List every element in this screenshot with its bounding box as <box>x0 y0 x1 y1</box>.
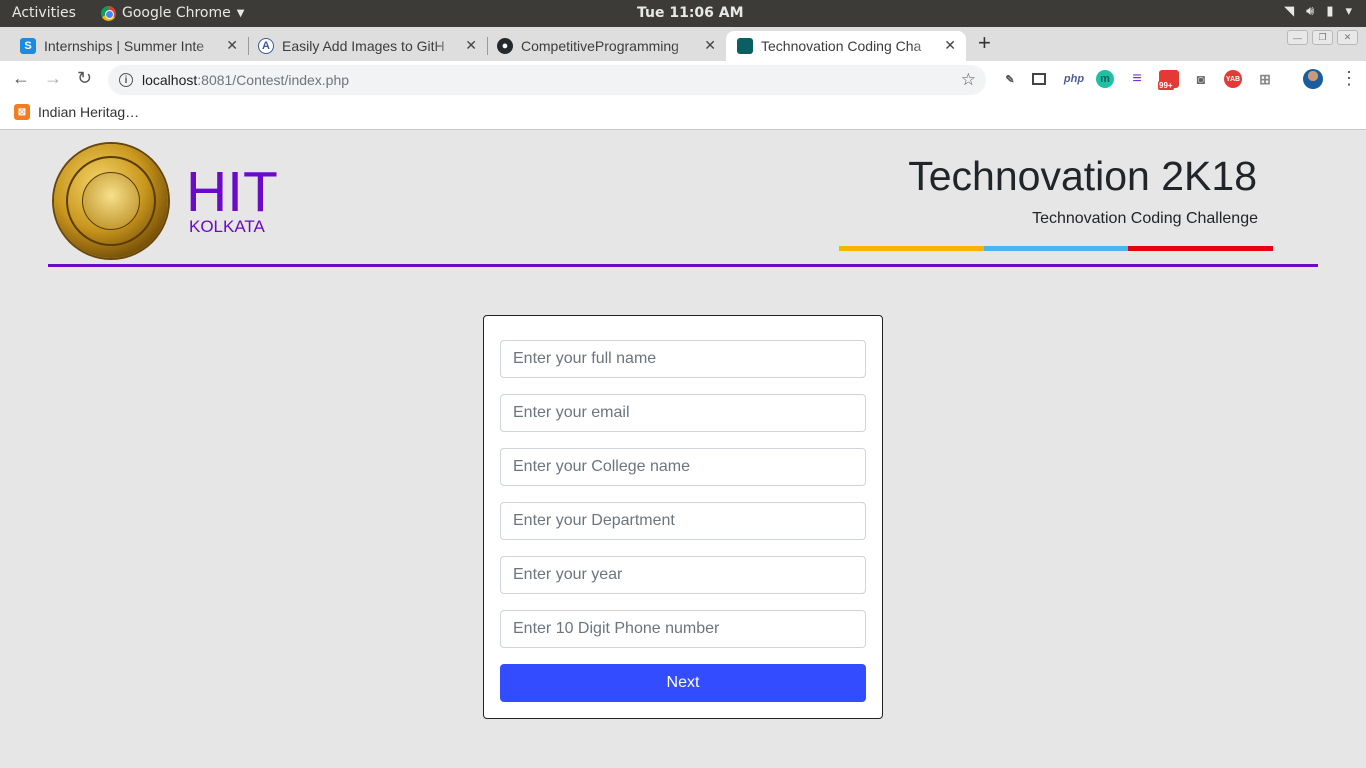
clock[interactable]: Tue 11:06 AM <box>637 5 744 21</box>
battery-icon: ▮ <box>1326 4 1334 19</box>
more-menu-icon[interactable]: ⋮ <box>1340 68 1358 89</box>
badge-count: 99+ <box>1158 81 1174 90</box>
info-icon[interactable]: i <box>119 73 133 87</box>
eyedropper-icon[interactable]: ✎ <box>1001 70 1019 88</box>
system-tray[interactable]: ◥ 🔊︎ ▮ ▾ <box>1284 4 1352 19</box>
menu-lines-icon[interactable]: ≡ <box>1128 70 1146 88</box>
url-host: localhost <box>142 72 198 88</box>
reload-button[interactable]: ↻ <box>77 68 92 89</box>
stripe-red <box>1128 246 1273 251</box>
email-field[interactable] <box>500 394 866 432</box>
bookmark-label: Indian Heritag… <box>38 104 140 120</box>
internshala-icon: S <box>20 38 36 54</box>
m-icon[interactable]: m <box>1096 70 1114 88</box>
tab-title: Internships | Summer Inte <box>44 38 205 54</box>
event-title: Technovation 2K18 <box>908 153 1257 199</box>
tab-internships[interactable]: S Internships | Summer Inte ✕ <box>0 31 248 61</box>
badge-icon[interactable]: 99+ <box>1158 70 1179 90</box>
close-icon[interactable]: ✕ <box>704 37 716 54</box>
minimize-button[interactable]: — <box>1287 30 1308 45</box>
cart-icon[interactable]: ⊞ <box>1256 70 1274 88</box>
wifi-icon: ◥ <box>1284 4 1295 19</box>
app-menu[interactable]: Google Chrome ▼ <box>101 5 244 21</box>
forward-button[interactable]: → <box>44 68 62 89</box>
chevron-down-icon: ▾ <box>1345 4 1352 19</box>
tab-title: Technovation Coding Cha <box>761 38 922 54</box>
bookmarks-bar: ⊠ Indian Heritag… <box>0 98 1366 130</box>
close-window-button[interactable]: ✕ <box>1337 30 1358 45</box>
address-bar[interactable]: i localhost:8081/Contest/index.php ☆ <box>108 65 986 95</box>
back-button[interactable]: ← <box>12 68 30 89</box>
camera-icon[interactable]: ◙ <box>1192 70 1210 88</box>
stripe-yellow <box>839 246 984 251</box>
window-controls: — ❐ ✕ <box>1287 30 1358 45</box>
event-subtitle: Technovation Coding Challenge <box>1032 210 1258 227</box>
screenshot-icon[interactable] <box>1032 73 1046 85</box>
maximize-button[interactable]: ❐ <box>1312 30 1333 45</box>
volume-icon: 🔊︎ <box>1306 4 1315 19</box>
hit-seal-logo <box>54 144 168 258</box>
department-field[interactable] <box>500 502 866 540</box>
college-field[interactable] <box>500 448 866 486</box>
year-field[interactable] <box>500 556 866 594</box>
browser-toolbar: ← → ↻ i localhost:8081/Contest/index.php… <box>0 61 1366 98</box>
stripe-blue <box>984 246 1128 251</box>
new-tab-button[interactable]: + <box>978 30 991 56</box>
activities-button[interactable]: Activities <box>12 5 76 21</box>
bookmark-icon: ⊠ <box>14 104 30 120</box>
php-icon[interactable]: php <box>1063 70 1085 88</box>
page-content: HIT KOLKATA Technovation 2K18 Technovati… <box>0 131 1366 768</box>
yab-icon[interactable]: YAB <box>1224 70 1242 88</box>
brand-title: HIT <box>186 160 278 224</box>
url-path: :8081/Contest/index.php <box>197 72 350 88</box>
tab-title: Easily Add Images to GitH <box>282 38 445 54</box>
tab-github-images[interactable]: A Easily Add Images to GitH ✕ <box>238 31 487 61</box>
bookmark-star-icon[interactable]: ☆ <box>961 70 976 90</box>
next-button[interactable]: Next <box>500 664 866 702</box>
bookmark-item[interactable]: ⊠ Indian Heritag… <box>14 104 139 120</box>
close-icon[interactable]: ✕ <box>944 37 956 54</box>
chevron-down-icon: ▼ <box>236 7 245 19</box>
phone-field[interactable] <box>500 610 866 648</box>
close-icon[interactable]: ✕ <box>226 37 238 54</box>
tab-title: CompetitiveProgramming <box>521 38 679 54</box>
brand-subtitle: KOLKATA <box>189 217 265 236</box>
chrome-icon <box>101 5 116 21</box>
tab-strip: S Internships | Summer Inte ✕ A Easily A… <box>0 27 1366 61</box>
tab-competitive-programming[interactable]: ● CompetitiveProgramming ✕ <box>477 31 726 61</box>
close-icon[interactable]: ✕ <box>465 37 477 54</box>
system-top-bar: Activities Google Chrome ▼ Tue 11:06 AM … <box>0 0 1366 27</box>
profile-avatar[interactable] <box>1303 69 1323 89</box>
github-icon: ● <box>497 38 513 54</box>
tab-technovation[interactable]: Technovation Coding Cha ✕ <box>726 31 966 61</box>
registration-form: Next <box>483 315 883 719</box>
full-name-field[interactable] <box>500 340 866 378</box>
site-icon <box>737 38 753 54</box>
font-a-icon: A <box>258 38 274 54</box>
header-divider <box>48 264 1318 267</box>
app-name: Google Chrome <box>122 5 231 21</box>
